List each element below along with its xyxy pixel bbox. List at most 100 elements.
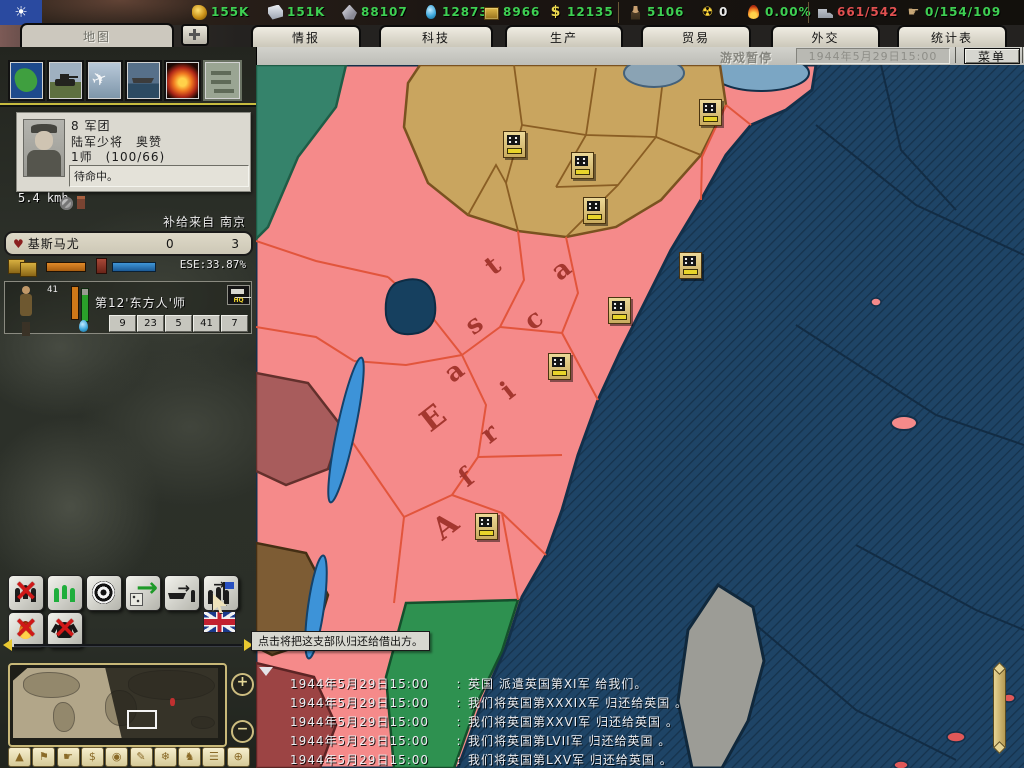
manpower-icon <box>628 5 643 20</box>
revolt-mode-button[interactable]: ♞ <box>178 747 201 767</box>
zoom-out-button[interactable]: − <box>231 720 254 743</box>
tab-trade[interactable]: 贸易 <box>641 25 751 47</box>
flame-icon <box>19 621 32 639</box>
selected-unit-card: 8 军团 陆军少将 奥赞 1师 (100/66) 待命中。 <box>16 112 251 192</box>
unit-counter[interactable] <box>583 197 606 224</box>
europe-map-button[interactable] <box>10 62 43 99</box>
combat-button[interactable] <box>166 62 199 99</box>
flag-icon <box>225 582 234 589</box>
log-collapse-arrow[interactable] <box>259 667 273 676</box>
world-map[interactable] <box>256 65 1024 768</box>
merge-units-button[interactable] <box>47 575 83 611</box>
disband-button[interactable]: × <box>8 575 44 611</box>
province-name: 基斯马尤 <box>28 235 80 252</box>
air-units-button[interactable]: ✈ <box>88 62 121 99</box>
divider <box>808 2 809 23</box>
victory-point-icon: ♥ <box>13 237 24 251</box>
unit-strength: 1师 (100/66) <box>71 148 165 165</box>
objective-button[interactable] <box>86 575 122 611</box>
suppress-revolt-button[interactable]: × <box>47 612 83 648</box>
no-entry-icon <box>60 197 73 210</box>
units-overview-button[interactable] <box>205 62 240 99</box>
diplomatic-mode-button[interactable]: ✎ <box>130 747 153 767</box>
money-icon: $ <box>548 5 563 20</box>
log-entry: 1944年5月29日15:00:我们将英国第XXVI军 归还给英国 。 <box>290 712 950 731</box>
efficiency-label: ESE:33.87% <box>150 258 246 271</box>
resource-transports: 661/542 <box>818 4 898 20</box>
unit-counter[interactable] <box>699 99 722 126</box>
land-units-button[interactable] <box>49 62 82 99</box>
unit-counter[interactable] <box>571 152 594 179</box>
resource-metal: 151K <box>268 4 325 20</box>
zoom-in-button[interactable]: + <box>231 673 254 696</box>
transports-value: 661/542 <box>837 5 898 19</box>
province-box[interactable]: ♥ 基斯马尤 0 3 <box>4 231 253 256</box>
metal-icon <box>268 5 283 20</box>
log-entry: 1944年5月29日15:00:我们将英国第LXV军 归还给英国 。 <box>290 750 950 768</box>
continent-south-america <box>53 702 75 732</box>
division-tag: 41 <box>47 285 58 295</box>
unit-counter[interactable] <box>679 252 702 279</box>
menu-button[interactable]: 菜单 <box>964 48 1020 64</box>
tab-map[interactable]: 地图 <box>20 23 174 47</box>
sun-icon: ☀ <box>14 5 27 20</box>
tab-production[interactable]: 生产 <box>505 25 623 47</box>
rare-materials-icon <box>342 5 357 20</box>
terrain-mode-button[interactable]: ▲ <box>8 747 31 767</box>
scorched-earth-button[interactable]: × <box>8 612 44 648</box>
rare-materials-value: 88107 <box>361 5 408 19</box>
supply-source-label: 补给来自 南京 <box>110 213 246 230</box>
province-value-2: 3 <box>231 237 239 251</box>
metal-value: 151K <box>287 5 325 19</box>
resource-manpower: 5106 <box>628 4 684 20</box>
unit-counter[interactable] <box>548 353 571 380</box>
naval-units-button[interactable] <box>127 62 160 99</box>
strategic-move-button[interactable]: → <box>125 575 161 611</box>
divider <box>955 47 956 63</box>
tank-icon <box>55 79 75 86</box>
weather-mode-button[interactable]: ❄ <box>154 747 177 767</box>
oil-icon <box>426 5 436 19</box>
scroll-left-arrow[interactable] <box>3 639 12 651</box>
division-list-item[interactable]: 41 第12'东方人'师 HQ 9 23 5 41 7 <box>4 281 252 334</box>
victory-mode-button[interactable]: ⊕ <box>227 747 250 767</box>
unit-counter[interactable] <box>608 297 631 324</box>
resource-mode-button[interactable]: ◉ <box>105 747 128 767</box>
country-flag[interactable]: ☀ <box>0 0 42 25</box>
economic-mode-button[interactable]: $ <box>81 747 104 767</box>
infra-mode-button[interactable]: ☛ <box>57 747 80 767</box>
minimap[interactable] <box>13 668 218 738</box>
oil-value: 12873 <box>442 5 489 19</box>
division-stat: 41 <box>193 315 220 332</box>
division-stat: 7 <box>221 315 248 332</box>
map-tool-button[interactable] <box>181 24 209 46</box>
unit-scroll-strip[interactable] <box>14 644 242 646</box>
tab-intelligence[interactable]: 情报 <box>251 25 361 47</box>
leader-portrait <box>23 119 65 177</box>
resource-energy: 155K <box>192 4 249 20</box>
unit-counter[interactable] <box>503 131 526 158</box>
tab-statistics[interactable]: 统计表 <box>897 25 1007 47</box>
supply-crate-icon <box>20 262 37 277</box>
date-display: 1944年5月29日15:00 <box>796 48 950 64</box>
continent-north-america <box>23 672 80 698</box>
unit-counter[interactable] <box>475 513 498 540</box>
log-scrollbar[interactable] <box>993 668 1006 748</box>
tab-technology[interactable]: 科技 <box>379 25 493 47</box>
division-name: 第12'东方人'师 <box>95 294 186 311</box>
minimap-view-rectangle[interactable] <box>127 710 157 729</box>
supplies-value: 8966 <box>503 5 540 19</box>
division-stat: 9 <box>109 315 136 332</box>
unit-status: 待命中。 <box>69 165 249 187</box>
strength-bar <box>81 288 89 322</box>
embark-button[interactable]: → <box>164 575 200 611</box>
dissent-icon <box>748 5 759 19</box>
log-entry: 1944年5月29日15:00:英国 派遣英国第XI军 给我们。 <box>290 674 950 693</box>
transports-icon <box>818 5 833 20</box>
supply-mode-button[interactable]: ☰ <box>202 747 225 767</box>
tab-diplomacy[interactable]: 外交 <box>771 25 880 47</box>
supply-bar <box>46 262 86 272</box>
main-tab-bar: 地图 情报 科技 生产 贸易 外交 统计表 <box>0 25 1024 47</box>
province-value-1: 0 <box>166 237 174 251</box>
political-mode-button[interactable]: ⚑ <box>32 747 55 767</box>
